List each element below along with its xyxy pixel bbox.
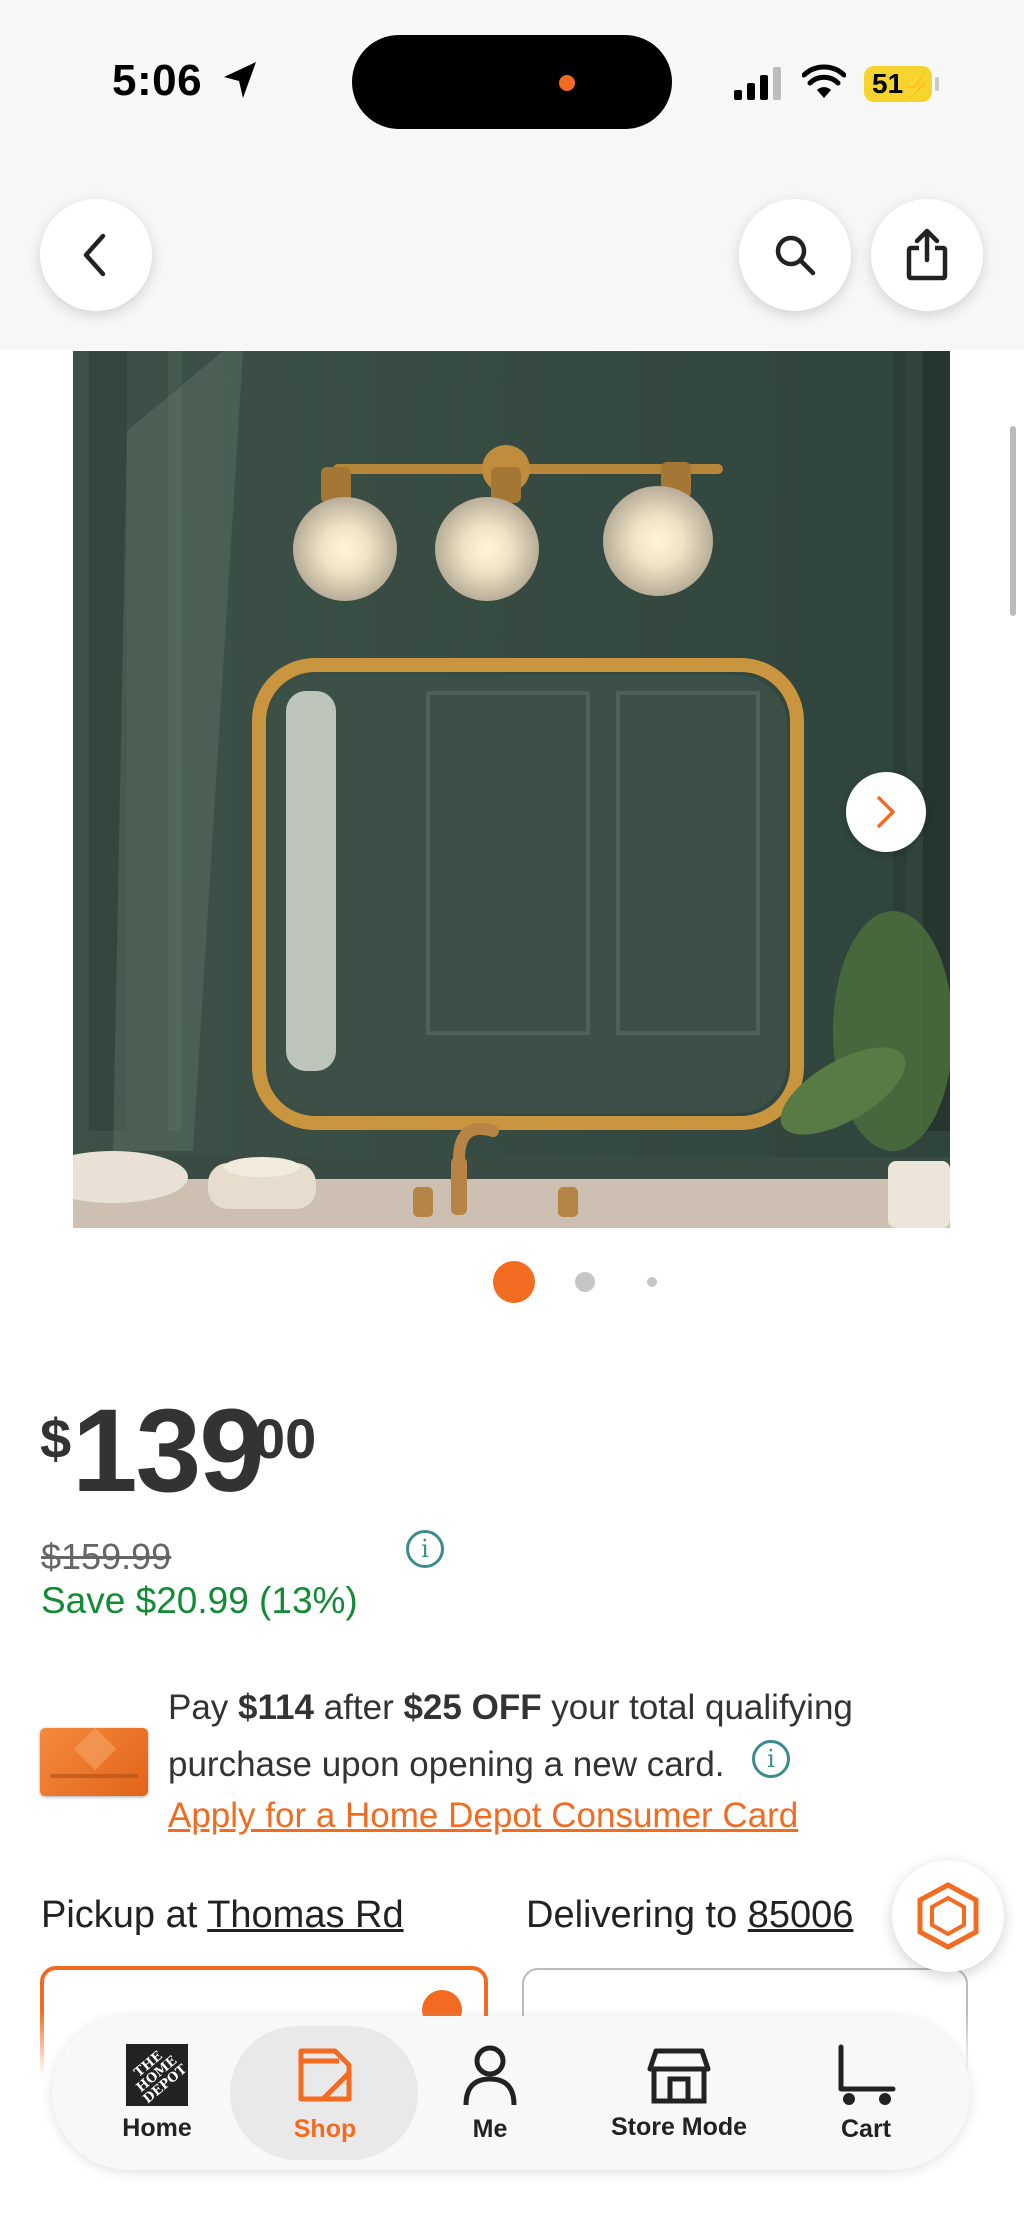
was-price: $159.99: [41, 1536, 172, 1577]
signal-icon: [734, 67, 781, 100]
card-offer-line2: purchase upon opening a new card.: [168, 1745, 725, 1784]
product-photo: [73, 351, 950, 1228]
info-icon[interactable]: i: [406, 1530, 444, 1568]
offer-discount: $25 OFF: [403, 1688, 542, 1727]
delivery-zip-link[interactable]: 85006: [748, 1894, 854, 1936]
tab-store-mode[interactable]: Store Mode: [594, 2026, 764, 2160]
delivery-heading: Delivering to 85006: [526, 1894, 853, 1937]
card-offer-line1: Pay $114 after $25 OFF your total qualif…: [168, 1688, 853, 1728]
cart-icon: [838, 2044, 896, 2105]
battery-level: 51: [872, 68, 904, 99]
tab-label: Store Mode: [610, 2112, 748, 2141]
search-button[interactable]: [739, 199, 851, 311]
search-icon: [775, 235, 816, 276]
scrollbar[interactable]: [1010, 426, 1016, 616]
battery-nub: [935, 77, 939, 91]
store-icon: [647, 2048, 711, 2103]
assistant-button[interactable]: [892, 1860, 1004, 1972]
tab-shop[interactable]: Shop: [250, 2026, 400, 2160]
delivery-label: Delivering to: [526, 1894, 748, 1936]
chevron-right-icon: [877, 796, 895, 828]
offer-amount: $114: [238, 1688, 314, 1727]
tab-label: Me: [472, 2114, 508, 2143]
home-depot-logo-icon: THE HOME DEPOT: [126, 2043, 190, 2107]
tab-cart[interactable]: Cart: [806, 2026, 926, 2160]
back-button[interactable]: [40, 199, 152, 311]
pickup-label: Pickup at: [41, 1894, 208, 1936]
pickup-store-link[interactable]: Thomas Rd: [207, 1894, 403, 1936]
credit-card-image: [40, 1727, 148, 1796]
offer-text: Pay: [168, 1688, 239, 1727]
dynamic-island: [352, 35, 672, 129]
apply-card-link[interactable]: Apply for a Home Depot Consumer Card: [168, 1796, 798, 1836]
share-icon: [906, 228, 948, 281]
gallery-dot-active[interactable]: [493, 1261, 535, 1303]
price-dollars: 139: [72, 1385, 265, 1517]
tab-label: Cart: [840, 2114, 891, 2143]
savings-text: Save $20.99 (13%): [41, 1580, 358, 1621]
price-cents: 00: [254, 1407, 317, 1470]
battery-charging-icon: 51⚡: [864, 66, 932, 102]
shop-tag-icon: [298, 2048, 352, 2101]
location-arrow-icon: [224, 62, 256, 98]
hexagon-assistant-icon: [917, 1882, 979, 1950]
person-icon: [463, 2045, 517, 2105]
tab-label: Shop: [293, 2114, 357, 2143]
offer-text: after: [313, 1688, 404, 1727]
chevron-left-icon: [83, 233, 106, 277]
gallery-dot[interactable]: [647, 1277, 657, 1287]
tab-home[interactable]: THE HOME DEPOT Home: [92, 2026, 222, 2160]
offer-text: your total qualifying: [541, 1688, 853, 1727]
next-image-button[interactable]: [846, 772, 926, 852]
status-time: 5:06: [112, 56, 203, 105]
share-button[interactable]: [871, 199, 983, 311]
wifi-icon: [802, 64, 846, 98]
recording-indicator: [559, 75, 575, 91]
product-image[interactable]: [73, 351, 950, 1228]
info-icon[interactable]: i: [752, 1740, 790, 1778]
tab-me[interactable]: Me: [430, 2026, 550, 2160]
pickup-heading: Pickup at Thomas Rd: [41, 1894, 404, 1937]
tab-label: Home: [122, 2113, 192, 2142]
price-currency: $: [40, 1407, 72, 1470]
gallery-dot[interactable]: [575, 1272, 595, 1292]
